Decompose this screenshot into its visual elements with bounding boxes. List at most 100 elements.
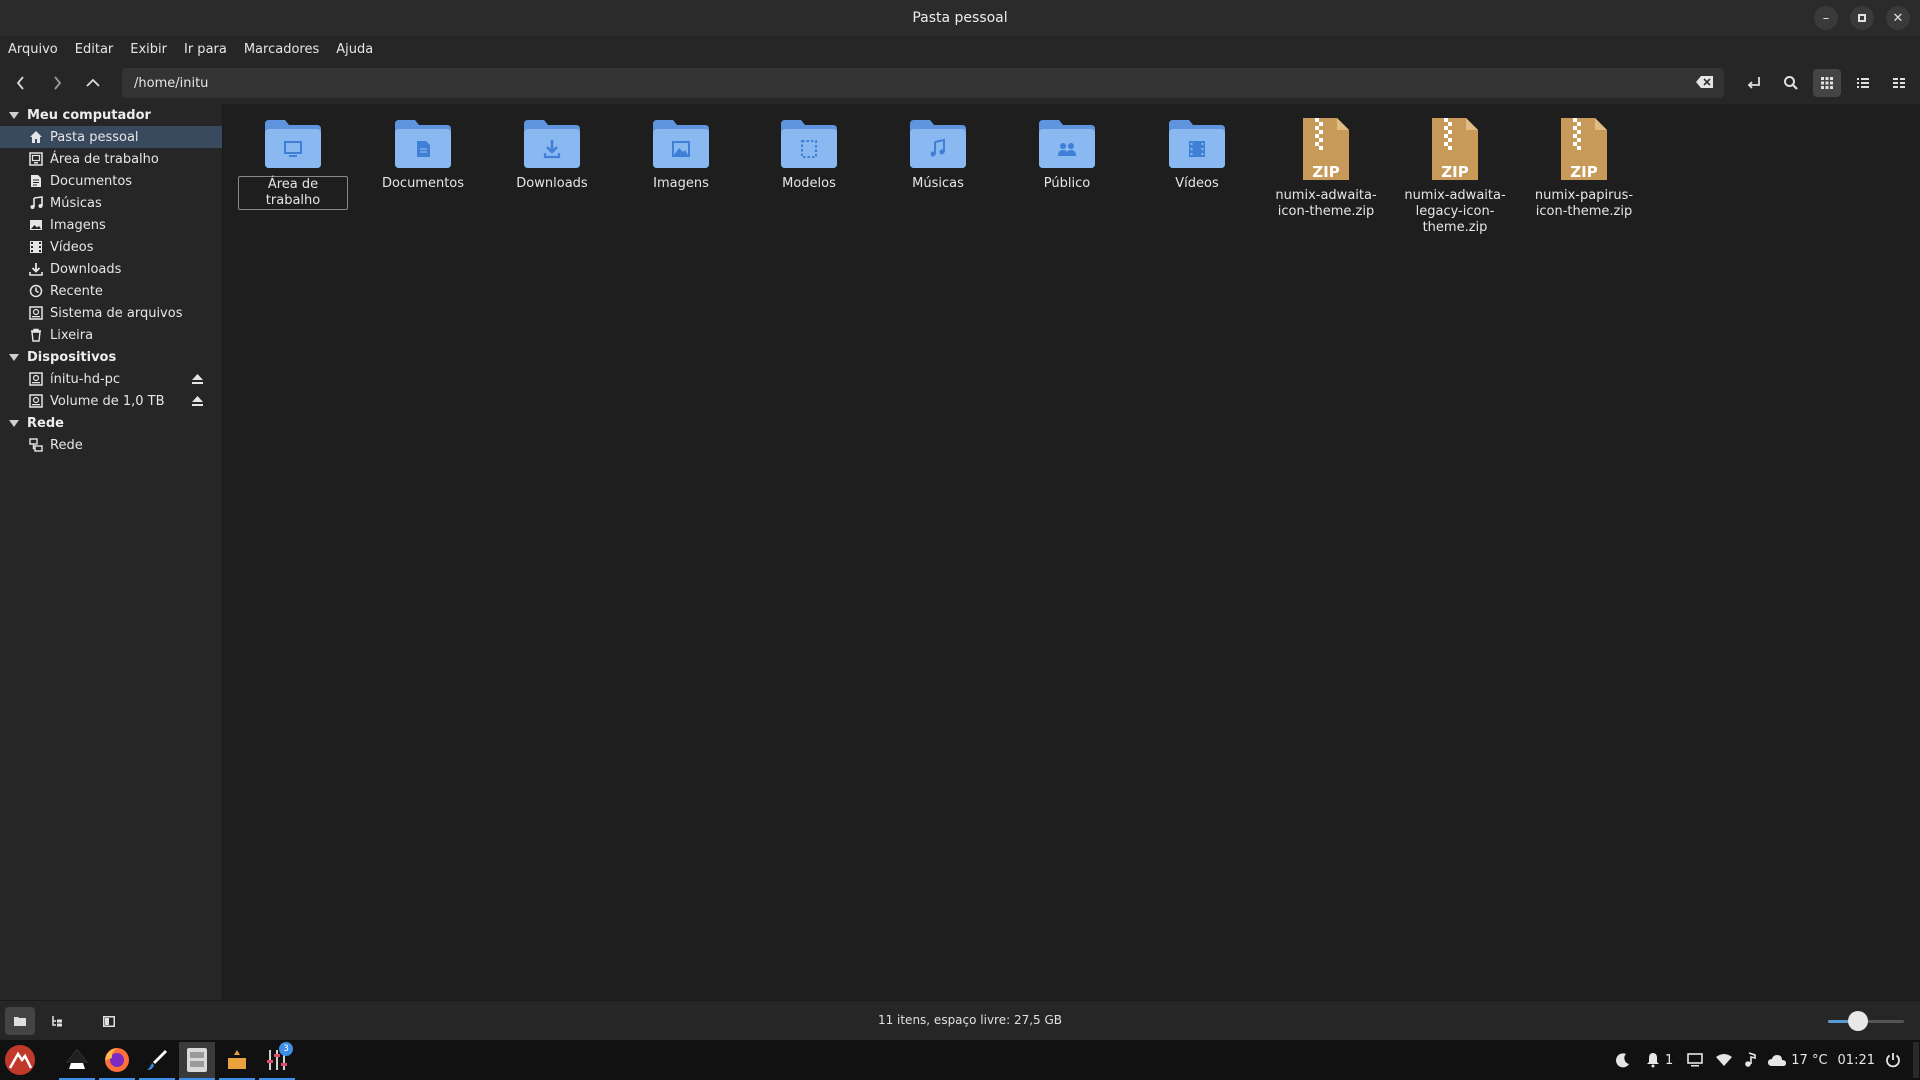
sidebar-item-volume-1tb[interactable]: Volume de 1,0 TB (0, 390, 222, 412)
minimize-button[interactable]: – (1814, 6, 1838, 30)
file-name: Área de trabalho (238, 176, 348, 210)
show-desktop-button[interactable] (1913, 1042, 1919, 1078)
folder-videos-icon (1169, 120, 1225, 168)
file-name: Público (1043, 176, 1091, 191)
toggle-location-button[interactable] (1741, 69, 1769, 97)
menu-ir-para[interactable]: Ir para (184, 42, 227, 57)
compact-view-icon (1893, 78, 1905, 88)
file-item-modelos[interactable]: Modelos (754, 116, 864, 192)
maximize-button[interactable] (1850, 6, 1874, 30)
sidebar: Meu computador Pasta pessoal Área de tra… (0, 104, 223, 1000)
firefox-icon (105, 1048, 129, 1072)
file-item-downloads[interactable]: Downloads (497, 116, 607, 192)
close-button[interactable]: ✕ (1886, 6, 1910, 30)
menu-ajuda[interactable]: Ajuda (336, 42, 373, 57)
compact-view-button[interactable] (1885, 69, 1913, 97)
app-menu-button[interactable] (2, 1042, 38, 1078)
sidebar-item-pasta-pessoal[interactable]: Pasta pessoal (0, 126, 222, 148)
menu-arquivo[interactable]: Arquivo (8, 42, 58, 57)
notifications-icon[interactable] (1645, 1052, 1661, 1068)
zoom-slider-handle[interactable] (1848, 1011, 1869, 1031)
notification-count: 1 (1664, 1052, 1674, 1068)
chevron-up-icon (86, 78, 100, 87)
folder-music-icon (910, 120, 966, 168)
sidebar-item-rede[interactable]: Rede (0, 434, 222, 456)
sidebar-item-label: Downloads (50, 261, 122, 277)
sidebar-item-area-de-trabalho[interactable]: Área de trabalho (0, 148, 222, 170)
sidebar-item-label: Músicas (50, 195, 102, 211)
sidebar-item-videos[interactable]: Vídeos (0, 236, 222, 258)
list-view-button[interactable] (1849, 69, 1877, 97)
collapse-triangle-icon (9, 419, 19, 427)
audio-icon[interactable] (1743, 1052, 1757, 1068)
sidebar-item-label: Rede (50, 437, 83, 453)
package-icon (228, 1050, 246, 1069)
icon-view-button[interactable] (1813, 69, 1841, 97)
paintbrush-icon (147, 1050, 167, 1070)
window-controls: – ✕ (1814, 6, 1910, 30)
file-item-area-de-trabalho[interactable]: Área de trabalho (238, 116, 348, 210)
home-icon (30, 131, 42, 143)
taskbar-app-firefox[interactable] (99, 1042, 135, 1080)
sidebar-item-documentos[interactable]: Documentos (0, 170, 222, 192)
sidebar-item-musicas[interactable]: Músicas (0, 192, 222, 214)
close-icon: ✕ (1892, 10, 1904, 26)
section-meu-computador[interactable]: Meu computador (0, 104, 151, 126)
taskbar-app-installer[interactable] (219, 1042, 255, 1080)
file-item-numix-adwaita[interactable]: ZIP numix-adwaita-icon-theme.zip (1271, 116, 1381, 220)
taskbar-app-mixer[interactable]: 3 (259, 1042, 295, 1080)
back-button[interactable] (8, 70, 34, 96)
sidebar-item-downloads[interactable]: Downloads (0, 258, 222, 280)
sidebar-item-label: Sistema de arquivos (50, 305, 183, 321)
section-dispositivos[interactable]: Dispositivos (0, 346, 116, 368)
menu-marcadores[interactable]: Marcadores (244, 42, 319, 57)
sidebar-item-imagens[interactable]: Imagens (0, 214, 222, 236)
file-item-numix-papirus[interactable]: ZIP numix-papirus-icon-theme.zip (1529, 116, 1639, 220)
up-button[interactable] (80, 70, 106, 96)
file-item-musicas[interactable]: Músicas (883, 116, 993, 192)
forward-button[interactable] (44, 70, 70, 96)
zip-archive-icon: ZIP (1303, 118, 1349, 181)
folder-desktop-icon (265, 120, 321, 168)
location-input[interactable] (132, 74, 1676, 92)
file-name: numix-papirus-icon-theme.zip (1534, 188, 1634, 219)
system-tray: 1 17 °C 01:21 (1615, 1040, 1920, 1080)
taskbar: 3 1 17 °C 01:21 (0, 1040, 1920, 1080)
folder-templates-icon (781, 120, 837, 168)
taskbar-app-file-manager[interactable] (179, 1042, 215, 1080)
svg-text:ZIP: ZIP (1441, 163, 1468, 181)
sidebar-item-label: Pasta pessoal (50, 129, 139, 145)
taskbar-app-editor[interactable] (139, 1042, 175, 1080)
weather-icon[interactable] (1767, 1053, 1787, 1067)
recent-icon (29, 284, 43, 298)
wifi-icon[interactable] (1715, 1053, 1733, 1067)
section-label: Meu computador (27, 107, 151, 123)
chevron-left-icon (16, 76, 24, 90)
sidebar-item-initu-hd-pc[interactable]: ínitu-hd-pc (0, 368, 222, 390)
clock[interactable]: 01:21 (1838, 1053, 1875, 1068)
temperature: 17 °C (1791, 1052, 1828, 1068)
grid-view-icon (1821, 77, 1833, 89)
file-item-publico[interactable]: Público (1012, 116, 1122, 192)
file-item-videos[interactable]: Vídeos (1142, 116, 1252, 192)
clear-location-icon[interactable] (1696, 75, 1714, 89)
eject-icon[interactable] (191, 373, 204, 385)
eject-icon[interactable] (191, 395, 204, 407)
display-icon[interactable] (1687, 1053, 1704, 1067)
section-rede[interactable]: Rede (0, 412, 64, 434)
folder-public-icon (1039, 120, 1095, 168)
file-item-documentos[interactable]: Documentos (368, 116, 478, 192)
night-mode-icon[interactable] (1615, 1052, 1631, 1068)
file-item-numix-adwaita-legacy[interactable]: ZIP numix-adwaita-legacy-icon-theme.zip (1400, 116, 1510, 236)
sidebar-item-lixeira[interactable]: Lixeira (0, 324, 222, 346)
sidebar-item-recente[interactable]: Recente (0, 280, 222, 302)
file-name: Músicas (912, 176, 964, 191)
sidebar-item-sistema-de-arquivos[interactable]: Sistema de arquivos (0, 302, 222, 324)
taskbar-app-inkscape[interactable] (59, 1042, 95, 1080)
file-item-imagens[interactable]: Imagens (626, 116, 736, 192)
power-icon[interactable] (1885, 1052, 1901, 1068)
search-button[interactable] (1777, 69, 1805, 97)
menu-editar[interactable]: Editar (75, 42, 114, 57)
location-toggle-icon (1747, 77, 1760, 89)
menu-exibir[interactable]: Exibir (130, 42, 167, 57)
